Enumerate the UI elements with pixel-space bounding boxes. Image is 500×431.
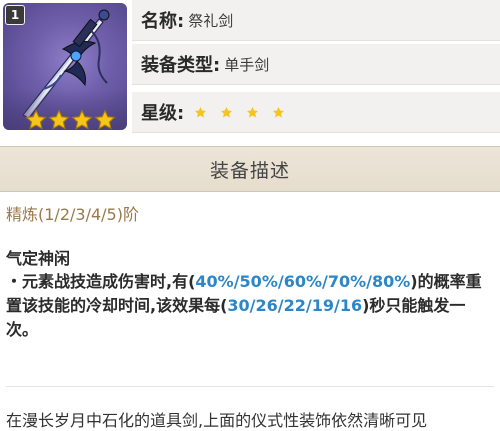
star-icon [273,106,285,117]
star-icon [94,109,116,130]
star-icon [195,106,207,117]
weapon-type-row: 装备类型: 单手剑 [132,44,500,85]
star-icon [48,109,70,130]
divider [6,386,494,387]
star-icon [247,106,259,117]
passive-cooldown-values: 30/26/22/19/16 [227,296,363,315]
rarity-stars [194,106,285,119]
passive-chance-values: 40%/50%/60%/70%/80% [195,272,411,291]
weapon-name-row: 名称: 祭礼剑 [132,0,500,41]
section-title: 装备描述 [209,159,290,182]
star-icon [25,109,47,130]
refinement-levels: 精炼(1/2/3/4/5)阶 [6,205,139,224]
passive-description: ・元素战技造成伤害时,有(40%/50%/60%/70%/80%)的概率重置该技… [6,270,496,342]
weapon-portrait: 1 [3,3,127,130]
lore-text: 在漫长岁月中石化的道具剑,上面的仪式性装饰依然清晰可见 [6,411,428,430]
name-value: 祭礼剑 [188,11,234,30]
star-icon [71,109,93,130]
type-label: 装备类型: [141,55,221,76]
star-icon [221,106,233,117]
weapon-rarity-row: 星级: [132,92,500,133]
name-label: 名称: [141,11,185,32]
portrait-rarity-stars [25,109,116,130]
passive-name: 气定神闲 [6,249,71,268]
refinement-badge: 1 [5,5,25,25]
weapon-info-card: 1 名称: 祭礼剑 装备类型: 单手剑 星级: [0,0,500,146]
type-value: 单手剑 [224,55,270,74]
passive-prefix: ・元素战技造成伤害时,有( [6,272,196,291]
rarity-label: 星级: [141,103,185,124]
equipment-description-header: 装备描述 [0,146,500,192]
